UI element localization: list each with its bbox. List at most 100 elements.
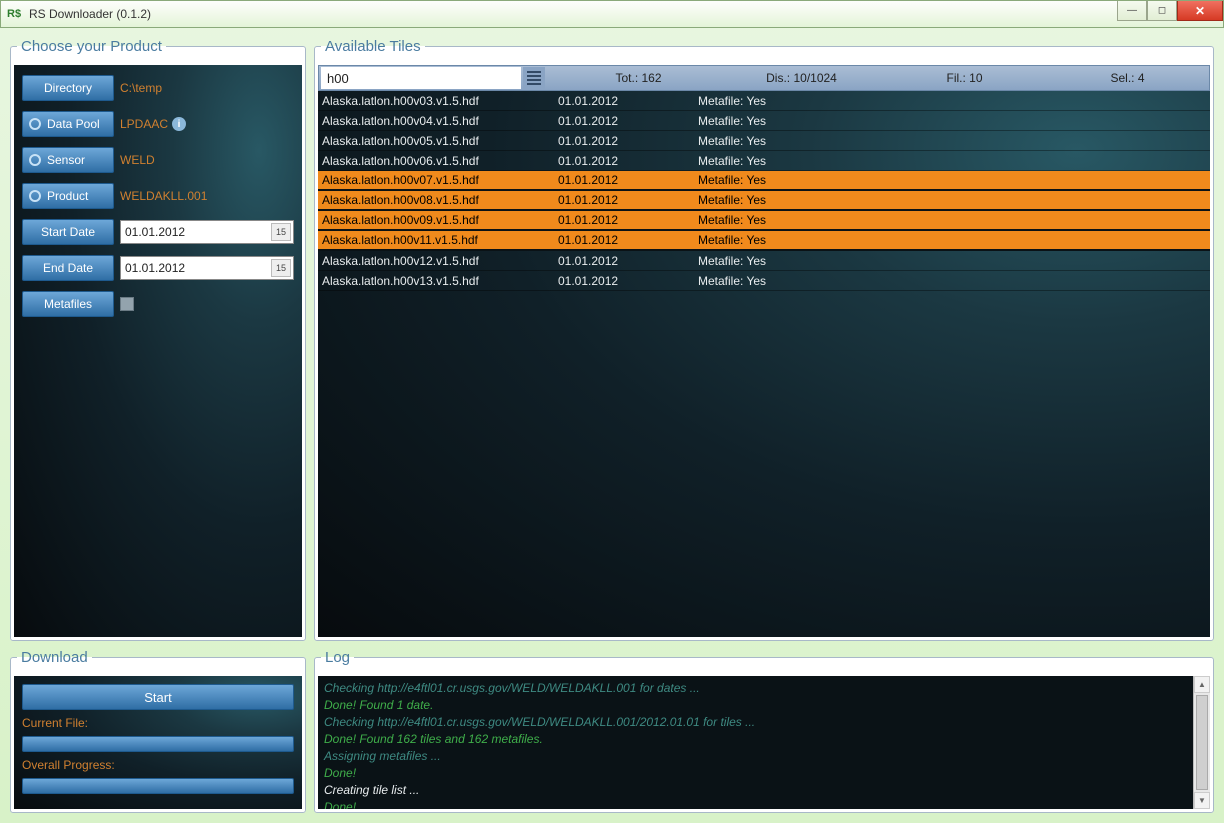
datapool-value-text: LPDAAC [120, 117, 168, 131]
maximize-icon: ◻ [1158, 5, 1166, 16]
enddate-value: 01.01.2012 [125, 261, 185, 275]
current-file-progress [22, 736, 294, 752]
tile-date: 01.01.2012 [558, 114, 698, 128]
startdate-value: 01.01.2012 [125, 225, 185, 239]
minimize-button[interactable]: — [1117, 1, 1147, 21]
datapool-value: LPDAAC i [120, 117, 186, 131]
tile-name: Alaska.latlon.h00v09.v1.5.hdf [318, 213, 558, 227]
scroll-up-icon[interactable]: ▲ [1194, 676, 1210, 693]
product-panel-title: Choose your Product [17, 38, 166, 55]
overall-progress [22, 778, 294, 794]
datapool-button[interactable]: Data Pool [22, 111, 114, 137]
maximize-button[interactable]: ◻ [1147, 1, 1177, 21]
radio-icon [29, 154, 41, 166]
product-button-label: Product [47, 189, 88, 203]
log-line: Assigning metafiles ... [324, 748, 1187, 765]
log-line: Done! Found 162 tiles and 162 metafiles. [324, 731, 1187, 748]
window-titlebar[interactable]: R$ RS Downloader (0.1.2) — ◻ ✕ [0, 0, 1224, 28]
tile-meta: Metafile: Yes [698, 274, 838, 288]
log-panel: Log Checking http://e4ftl01.cr.usgs.gov/… [314, 649, 1214, 813]
tile-name: Alaska.latlon.h00v06.v1.5.hdf [318, 154, 558, 168]
info-icon[interactable]: i [172, 117, 186, 131]
scroll-thumb[interactable] [1196, 695, 1208, 790]
startdate-button[interactable]: Start Date [22, 219, 114, 245]
scroll-down-icon[interactable]: ▼ [1194, 792, 1210, 809]
calendar-icon[interactable]: 15 [271, 259, 291, 277]
tile-row[interactable]: Alaska.latlon.h00v11.v1.5.hdf01.01.2012M… [318, 231, 1210, 251]
sensor-value: WELD [120, 153, 155, 167]
tile-row[interactable]: Alaska.latlon.h00v12.v1.5.hdf01.01.2012M… [318, 251, 1210, 271]
tiles-header-displayed: Dis.: 10/1024 [720, 71, 883, 85]
close-icon: ✕ [1195, 4, 1205, 18]
tile-date: 01.01.2012 [558, 154, 698, 168]
window-title: RS Downloader (0.1.2) [29, 7, 151, 21]
minimize-icon: — [1127, 5, 1137, 16]
tile-row[interactable]: Alaska.latlon.h00v08.v1.5.hdf01.01.2012M… [318, 191, 1210, 211]
tiles-panel: Available Tiles h00 Tot.: 162 Dis.: 10/1… [314, 38, 1214, 641]
product-button[interactable]: Product [22, 183, 114, 209]
tile-meta: Metafile: Yes [698, 134, 838, 148]
enddate-button[interactable]: End Date [22, 255, 114, 281]
close-button[interactable]: ✕ [1177, 1, 1223, 21]
tile-date: 01.01.2012 [558, 94, 698, 108]
startdate-field[interactable]: 01.01.2012 15 [120, 220, 294, 244]
radio-icon [29, 118, 41, 130]
metafiles-button-label: Metafiles [44, 297, 92, 311]
tile-filter-value: h00 [327, 71, 349, 86]
tile-meta: Metafile: Yes [698, 114, 838, 128]
tile-name: Alaska.latlon.h00v07.v1.5.hdf [318, 173, 558, 187]
log-line: Done! Found 1 date. [324, 697, 1187, 714]
calendar-icon[interactable]: 15 [271, 223, 291, 241]
enddate-field[interactable]: 01.01.2012 15 [120, 256, 294, 280]
tile-meta: Metafile: Yes [698, 233, 838, 247]
tile-date: 01.01.2012 [558, 254, 698, 268]
tile-row[interactable]: Alaska.latlon.h00v09.v1.5.hdf01.01.2012M… [318, 211, 1210, 231]
product-panel: Choose your Product Directory C:\temp Da… [10, 38, 306, 641]
tiles-header-total: Tot.: 162 [557, 71, 720, 85]
current-file-label: Current File: [22, 716, 294, 730]
tile-meta: Metafile: Yes [698, 94, 838, 108]
tile-date: 01.01.2012 [558, 134, 698, 148]
log-line: Done! [324, 765, 1187, 782]
log-text[interactable]: Checking http://e4ftl01.cr.usgs.gov/WELD… [318, 676, 1193, 809]
tiles-header-selected: Sel.: 4 [1046, 71, 1209, 85]
start-button[interactable]: Start [22, 684, 294, 710]
log-scrollbar[interactable]: ▲ ▼ [1193, 676, 1210, 809]
tile-row[interactable]: Alaska.latlon.h00v07.v1.5.hdf01.01.2012M… [318, 171, 1210, 191]
product-value: WELDAKLL.001 [120, 189, 207, 203]
tile-name: Alaska.latlon.h00v05.v1.5.hdf [318, 134, 558, 148]
tile-list[interactable]: Alaska.latlon.h00v03.v1.5.hdf01.01.2012M… [318, 91, 1210, 637]
tile-row[interactable]: Alaska.latlon.h00v13.v1.5.hdf01.01.2012M… [318, 271, 1210, 291]
enddate-button-label: End Date [43, 261, 93, 275]
tiles-header: h00 Tot.: 162 Dis.: 10/1024 Fil.: 10 Sel… [318, 65, 1210, 91]
metafiles-button[interactable]: Metafiles [22, 291, 114, 317]
download-panel-title: Download [17, 649, 92, 666]
directory-button[interactable]: Directory [22, 75, 114, 101]
tile-name: Alaska.latlon.h00v08.v1.5.hdf [318, 193, 558, 207]
tile-date: 01.01.2012 [558, 173, 698, 187]
sensor-button[interactable]: Sensor [22, 147, 114, 173]
tile-meta: Metafile: Yes [698, 254, 838, 268]
sensor-button-label: Sensor [47, 153, 85, 167]
overall-progress-label: Overall Progress: [22, 758, 294, 772]
log-line: Checking http://e4ftl01.cr.usgs.gov/WELD… [324, 714, 1187, 731]
tiles-header-filtered: Fil.: 10 [883, 71, 1046, 85]
radio-icon [29, 190, 41, 202]
log-line: Done! [324, 799, 1187, 809]
tile-date: 01.01.2012 [558, 233, 698, 247]
start-button-label: Start [144, 690, 171, 705]
metafiles-checkbox[interactable] [120, 297, 134, 311]
tile-row[interactable]: Alaska.latlon.h00v04.v1.5.hdf01.01.2012M… [318, 111, 1210, 131]
tile-list-menu-icon[interactable] [523, 67, 545, 89]
window-buttons: — ◻ ✕ [1117, 1, 1223, 21]
datapool-button-label: Data Pool [47, 117, 100, 131]
tile-row[interactable]: Alaska.latlon.h00v06.v1.5.hdf01.01.2012M… [318, 151, 1210, 171]
tile-row[interactable]: Alaska.latlon.h00v03.v1.5.hdf01.01.2012M… [318, 91, 1210, 111]
tile-filter-input[interactable]: h00 [321, 67, 521, 89]
tile-meta: Metafile: Yes [698, 173, 838, 187]
tile-row[interactable]: Alaska.latlon.h00v05.v1.5.hdf01.01.2012M… [318, 131, 1210, 151]
tile-name: Alaska.latlon.h00v03.v1.5.hdf [318, 94, 558, 108]
tiles-panel-title: Available Tiles [321, 38, 425, 55]
log-panel-title: Log [321, 649, 354, 666]
tile-date: 01.01.2012 [558, 274, 698, 288]
